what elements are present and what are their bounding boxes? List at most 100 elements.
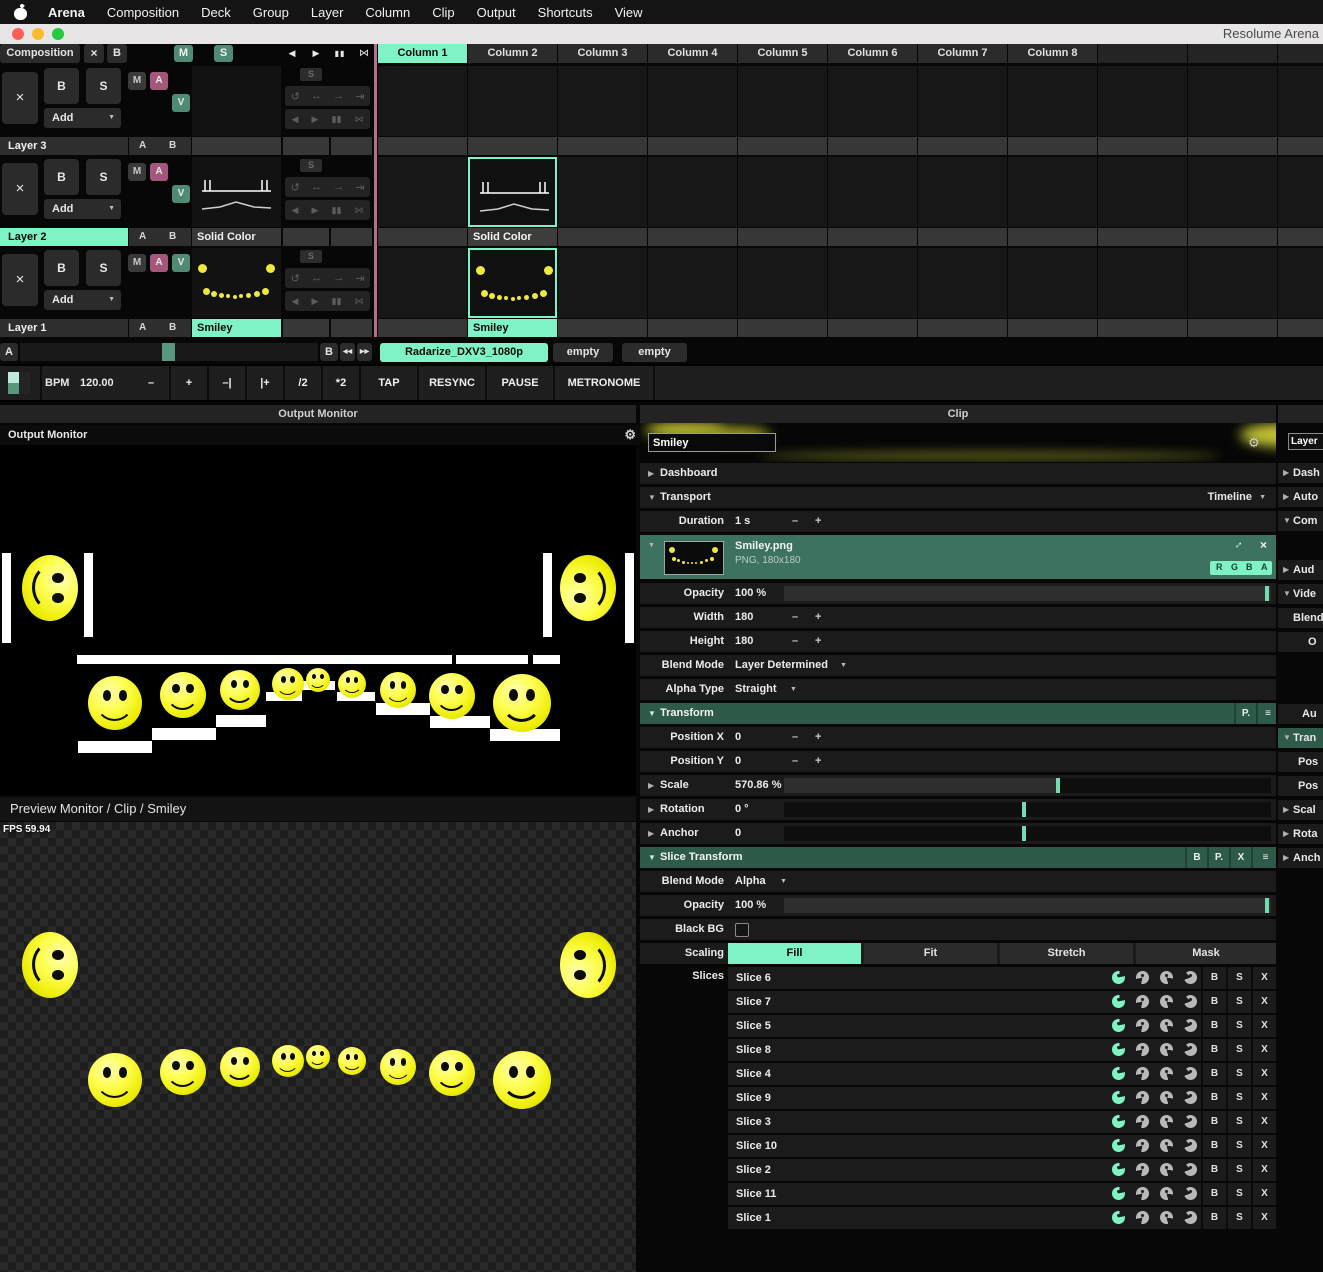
grid-clip-label[interactable]: Smiley <box>468 319 557 337</box>
grid-clip-slot[interactable] <box>378 157 467 227</box>
crossfader-handle[interactable] <box>162 343 175 361</box>
rotation-value[interactable]: 0 ° <box>735 799 749 820</box>
slice-source-icon[interactable] <box>1184 995 1197 1008</box>
bounce-icon[interactable]: ↔ <box>311 272 322 284</box>
close-button[interactable]: X <box>1229 847 1251 868</box>
layer-tab-sliver[interactable] <box>1278 405 1323 423</box>
collapse-arrow-icon[interactable]: ▶ <box>1283 560 1289 580</box>
slice-b-button[interactable]: B <box>1201 967 1226 989</box>
duration-minus-button[interactable]: – <box>792 511 798 532</box>
bpm-2-button[interactable]: *2 <box>323 366 361 400</box>
column-tab-2[interactable]: Column 2 <box>468 44 557 63</box>
deck-tab-empty-1[interactable]: empty <box>553 343 613 362</box>
expand-arrow-icon[interactable]: ▼ <box>648 487 656 508</box>
slice-s-button[interactable]: S <box>1226 991 1251 1013</box>
grid-clip-slot[interactable] <box>1008 157 1097 227</box>
bounce-icon[interactable]: ↔ <box>311 181 322 193</box>
chevron-down-icon[interactable]: ▼ <box>840 655 847 676</box>
grid-clip-slot[interactable] <box>1278 66 1323 136</box>
shuffle-icon[interactable]: ⋈ <box>354 205 363 216</box>
layer-solo-button[interactable]: S <box>86 250 121 286</box>
layer-panel-item-tran[interactable]: ▼Tran <box>1278 728 1323 748</box>
chevron-down-icon[interactable]: ▼ <box>1259 487 1266 508</box>
menu-item-output[interactable]: Output <box>466 5 527 20</box>
layer-clear-button[interactable]: × <box>2 163 38 215</box>
grid-clip-slot[interactable] <box>1098 248 1187 318</box>
layer-v-toggle[interactable]: V <box>172 94 190 112</box>
layer-clip-label[interactable]: Solid Color <box>192 228 281 246</box>
slice-b-button[interactable]: B <box>1201 991 1226 1013</box>
menu-item-clip[interactable]: Clip <box>421 5 465 20</box>
channel-r[interactable]: R <box>1216 562 1223 572</box>
slice-s-button[interactable]: S <box>1226 967 1251 989</box>
layer-name-label[interactable]: Layer 3 <box>0 137 128 155</box>
channel-g[interactable]: G <box>1231 562 1238 572</box>
slice-x-button[interactable]: X <box>1251 1111 1276 1133</box>
grid-clip-slot[interactable] <box>648 66 737 136</box>
slice-source-icon[interactable] <box>1136 1115 1149 1128</box>
opacity-value[interactable]: 100 % <box>735 583 766 604</box>
layer-clip-thumbnail[interactable] <box>192 248 281 318</box>
menu-item-arena[interactable]: Arena <box>37 5 96 20</box>
slice-s-button[interactable]: S <box>1226 1207 1251 1229</box>
play-icon[interactable]: ▶ <box>312 205 319 216</box>
duration-value[interactable]: 1 s <box>735 511 750 532</box>
slice-source-icon[interactable] <box>1160 1067 1173 1080</box>
slice-source-icon[interactable] <box>1184 1115 1197 1128</box>
grid-clip-active[interactable] <box>468 157 557 227</box>
slice-row[interactable]: Slice 1BSX <box>728 1207 1276 1229</box>
rgba-channel-toggle[interactable]: R G B A <box>1210 561 1272 575</box>
layer-m-toggle[interactable]: M <box>128 254 146 272</box>
grid-clip-slot[interactable] <box>648 157 737 227</box>
shuffle-icon[interactable]: ⋈ <box>354 296 363 307</box>
composition-master-button[interactable]: M <box>174 45 193 62</box>
grid-clip-slot[interactable] <box>738 157 827 227</box>
position-x-plus-button[interactable]: + <box>815 727 821 748</box>
slice-x-button[interactable]: X <box>1251 1063 1276 1085</box>
slice-opacity-slider[interactable] <box>784 898 1271 913</box>
slice-x-button[interactable]: X <box>1251 1087 1276 1109</box>
opacity-slider[interactable] <box>784 586 1271 601</box>
layer-panel-item-pos[interactable]: Pos <box>1278 776 1323 796</box>
pause-icon[interactable]: ▮▮ <box>332 205 342 216</box>
collapse-arrow-icon[interactable]: ▶ <box>648 463 654 484</box>
slice-opacity-value[interactable]: 100 % <box>735 895 766 916</box>
bpm--button[interactable]: |+ <box>247 366 285 400</box>
width-minus-button[interactable]: – <box>792 607 798 628</box>
grid-clip-slot[interactable] <box>828 66 917 136</box>
grid-clip-slot[interactable] <box>378 248 467 318</box>
next-deck-icon[interactable]: ▶▶ <box>357 343 372 361</box>
slice-s-button[interactable]: S <box>1226 1015 1251 1037</box>
column-tab-7[interactable]: Column 7 <box>918 44 1007 63</box>
black-bg-checkbox[interactable] <box>735 923 749 937</box>
layer-b-select[interactable]: B <box>169 319 176 337</box>
crossfader-slider[interactable] <box>20 343 318 361</box>
slice-source-icon[interactable] <box>1184 971 1197 984</box>
composition-button[interactable]: Composition <box>0 44 80 63</box>
slice-source-icon[interactable] <box>1136 995 1149 1008</box>
slice-row[interactable]: Slice 2BSX <box>728 1159 1276 1181</box>
layer-a-select[interactable]: A <box>139 228 146 246</box>
slice-s-button[interactable]: S <box>1226 1135 1251 1157</box>
slice-source-icon[interactable] <box>1112 1163 1125 1176</box>
deck-tab-active[interactable]: Radarize_DXV3_1080p <box>380 343 548 362</box>
slice-source-icon[interactable] <box>1184 1091 1197 1104</box>
clip-s-toggle[interactable]: S <box>300 250 322 263</box>
grid-clip-slot[interactable] <box>1098 157 1187 227</box>
position-y-value[interactable]: 0 <box>735 751 741 772</box>
channel-a[interactable]: A <box>1261 562 1268 572</box>
layer-bypass-button[interactable]: B <box>44 250 79 286</box>
slice-source-icon[interactable] <box>1184 1163 1197 1176</box>
slice-row[interactable]: Slice 9BSX <box>728 1087 1276 1109</box>
slice-source-icon[interactable] <box>1160 1115 1173 1128</box>
duration-plus-button[interactable]: + <box>815 511 821 532</box>
minimize-window-button[interactable] <box>32 28 44 40</box>
grid-clip-slot[interactable] <box>918 248 1007 318</box>
layer-m-toggle[interactable]: M <box>128 72 146 90</box>
collapse-arrow-icon[interactable]: ▶ <box>1283 848 1289 868</box>
layer-panel-item-au[interactable]: Au <box>1278 704 1323 724</box>
slice-source-icon[interactable] <box>1112 1187 1125 1200</box>
clip-s-toggle[interactable]: S <box>300 68 322 81</box>
collapse-arrow-icon[interactable]: ▶ <box>648 775 654 796</box>
chevron-down-icon[interactable]: ▼ <box>790 679 797 700</box>
